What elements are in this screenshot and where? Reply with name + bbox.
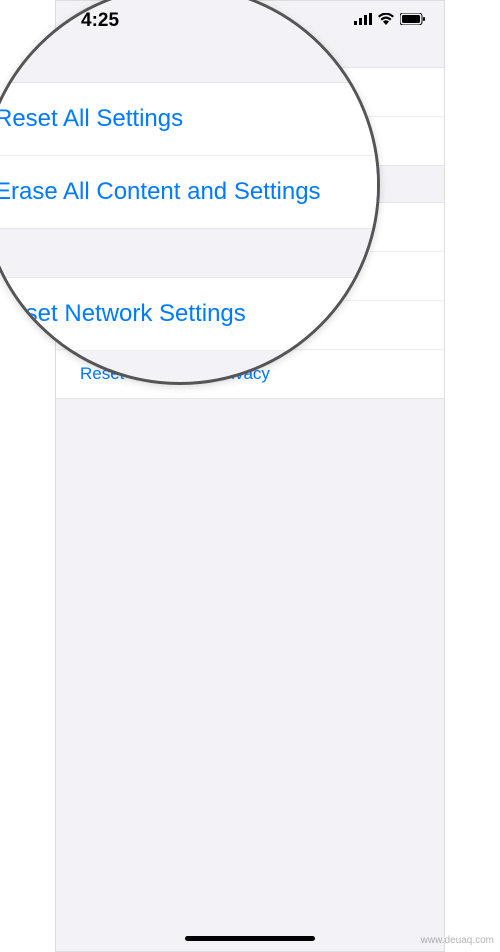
wifi-icon xyxy=(378,12,394,30)
magnifier-reset-all-settings[interactable]: Reset All Settings xyxy=(0,83,377,156)
magnifier-erase-all-content[interactable]: Erase All Content and Settings xyxy=(0,156,377,228)
magnifier-time: 4:25 xyxy=(81,10,119,42)
home-indicator[interactable] xyxy=(185,936,315,941)
battery-icon xyxy=(400,12,426,30)
magnifier-status-bar: 4:25 xyxy=(0,0,377,48)
magnifier-reset-network-settings[interactable]: Reset Network Settings xyxy=(0,278,377,351)
magnifier-overlay: 4:25 Reset All Settings Erase All Conten… xyxy=(0,0,380,385)
watermark-text: www.deuaq.com xyxy=(421,935,494,946)
